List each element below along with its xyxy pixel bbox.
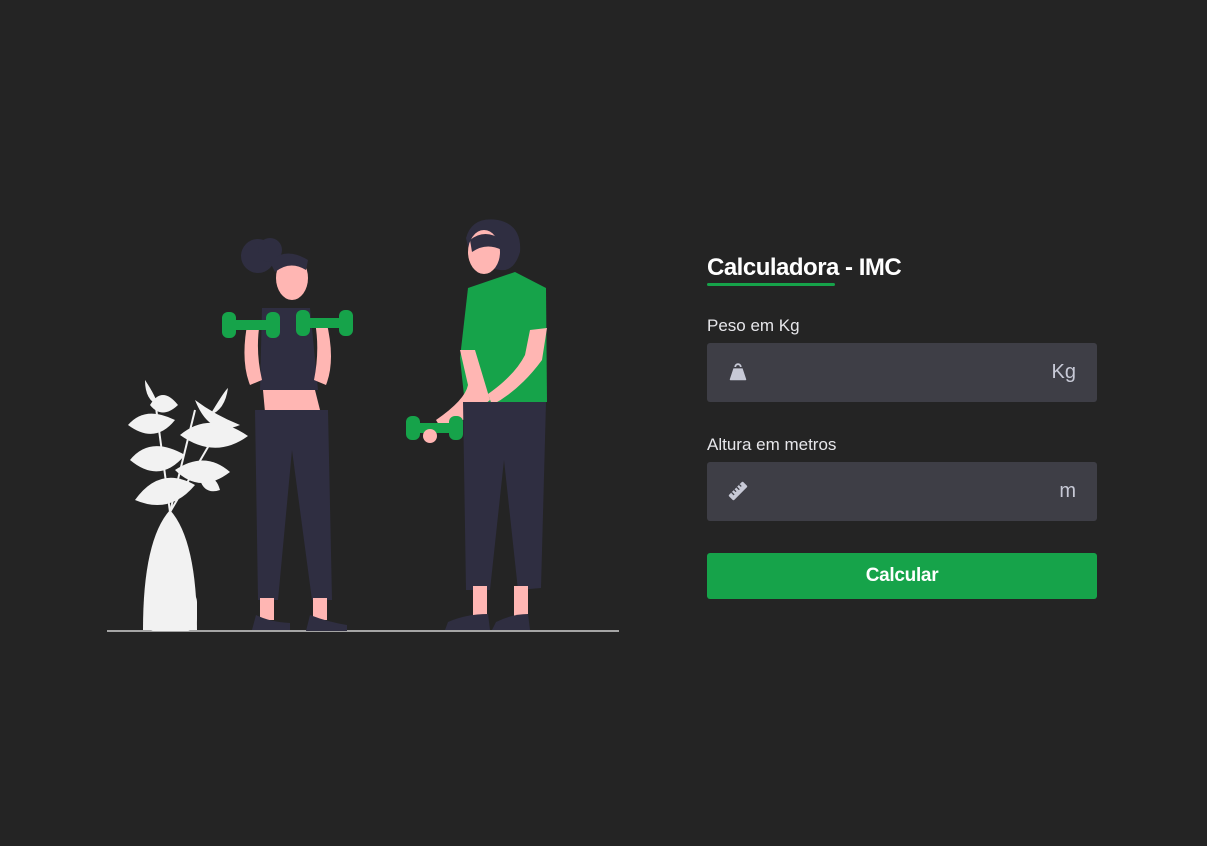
height-field[interactable]: m xyxy=(707,462,1097,523)
height-label: Altura em metros xyxy=(707,435,837,454)
ruler-icon xyxy=(728,481,748,501)
height-input[interactable] xyxy=(759,462,1043,523)
calculate-button[interactable]: Calcular xyxy=(707,553,1097,599)
weight-field[interactable]: Kg xyxy=(707,343,1097,404)
weight-unit: Kg xyxy=(1051,361,1076,383)
weight-label: Peso em Kg xyxy=(707,316,800,335)
fitness-illustration xyxy=(107,219,619,632)
plant xyxy=(128,380,248,631)
weight-input[interactable] xyxy=(759,343,1043,404)
height-unit: m xyxy=(1059,480,1076,502)
bmi-form: Calculadora - IMC Peso em Kg Kg Altura e… xyxy=(707,252,1097,599)
page-title: Calculadora - IMC xyxy=(707,254,902,281)
page: Calculadora - IMC Peso em Kg Kg Altura e… xyxy=(0,0,1207,846)
dumbbell-man xyxy=(406,416,463,443)
woman-figure xyxy=(241,238,347,631)
weight-icon xyxy=(729,363,747,381)
